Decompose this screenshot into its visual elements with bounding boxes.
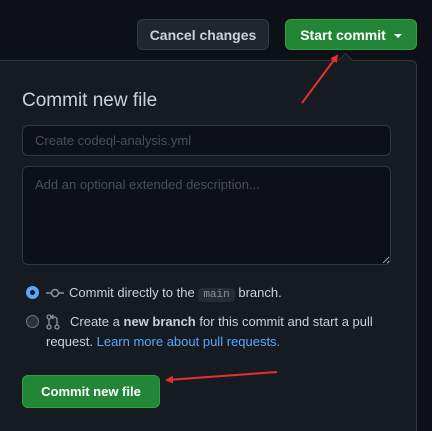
new-branch-radio[interactable] bbox=[26, 315, 39, 328]
commit-new-file-button[interactable]: Commit new file bbox=[22, 375, 160, 408]
commit-description-textarea[interactable] bbox=[22, 166, 391, 265]
branch-name-badge: main bbox=[198, 288, 235, 302]
commit-direct-radio[interactable] bbox=[26, 286, 39, 299]
git-commit-icon bbox=[46, 288, 64, 298]
commit-summary-input[interactable] bbox=[22, 125, 391, 156]
commit-direct-suffix: branch. bbox=[238, 285, 282, 300]
caret-down-icon bbox=[393, 33, 402, 38]
commit-direct-label: Commit directly to the main branch. bbox=[69, 283, 282, 305]
panel-title: Commit new file bbox=[22, 90, 158, 111]
start-commit-label: Start commit bbox=[300, 26, 386, 43]
new-branch-bold: new branch bbox=[123, 314, 196, 329]
start-commit-button[interactable]: Start commit bbox=[285, 19, 417, 50]
new-branch-prefix: Create a bbox=[70, 314, 120, 329]
cancel-changes-label: Cancel changes bbox=[149, 26, 257, 43]
commit-dialog-screen: Cancel changes Start commit Commit new f… bbox=[0, 0, 432, 431]
cancel-changes-button[interactable]: Cancel changes bbox=[137, 19, 269, 50]
new-branch-label: Create a new branch for this commit and … bbox=[46, 312, 376, 352]
commit-new-file-label: Commit new file bbox=[41, 384, 141, 399]
learn-more-pull-requests-link[interactable]: Learn more about pull requests. bbox=[97, 334, 281, 349]
commit-direct-prefix: Commit directly to the bbox=[69, 285, 195, 300]
